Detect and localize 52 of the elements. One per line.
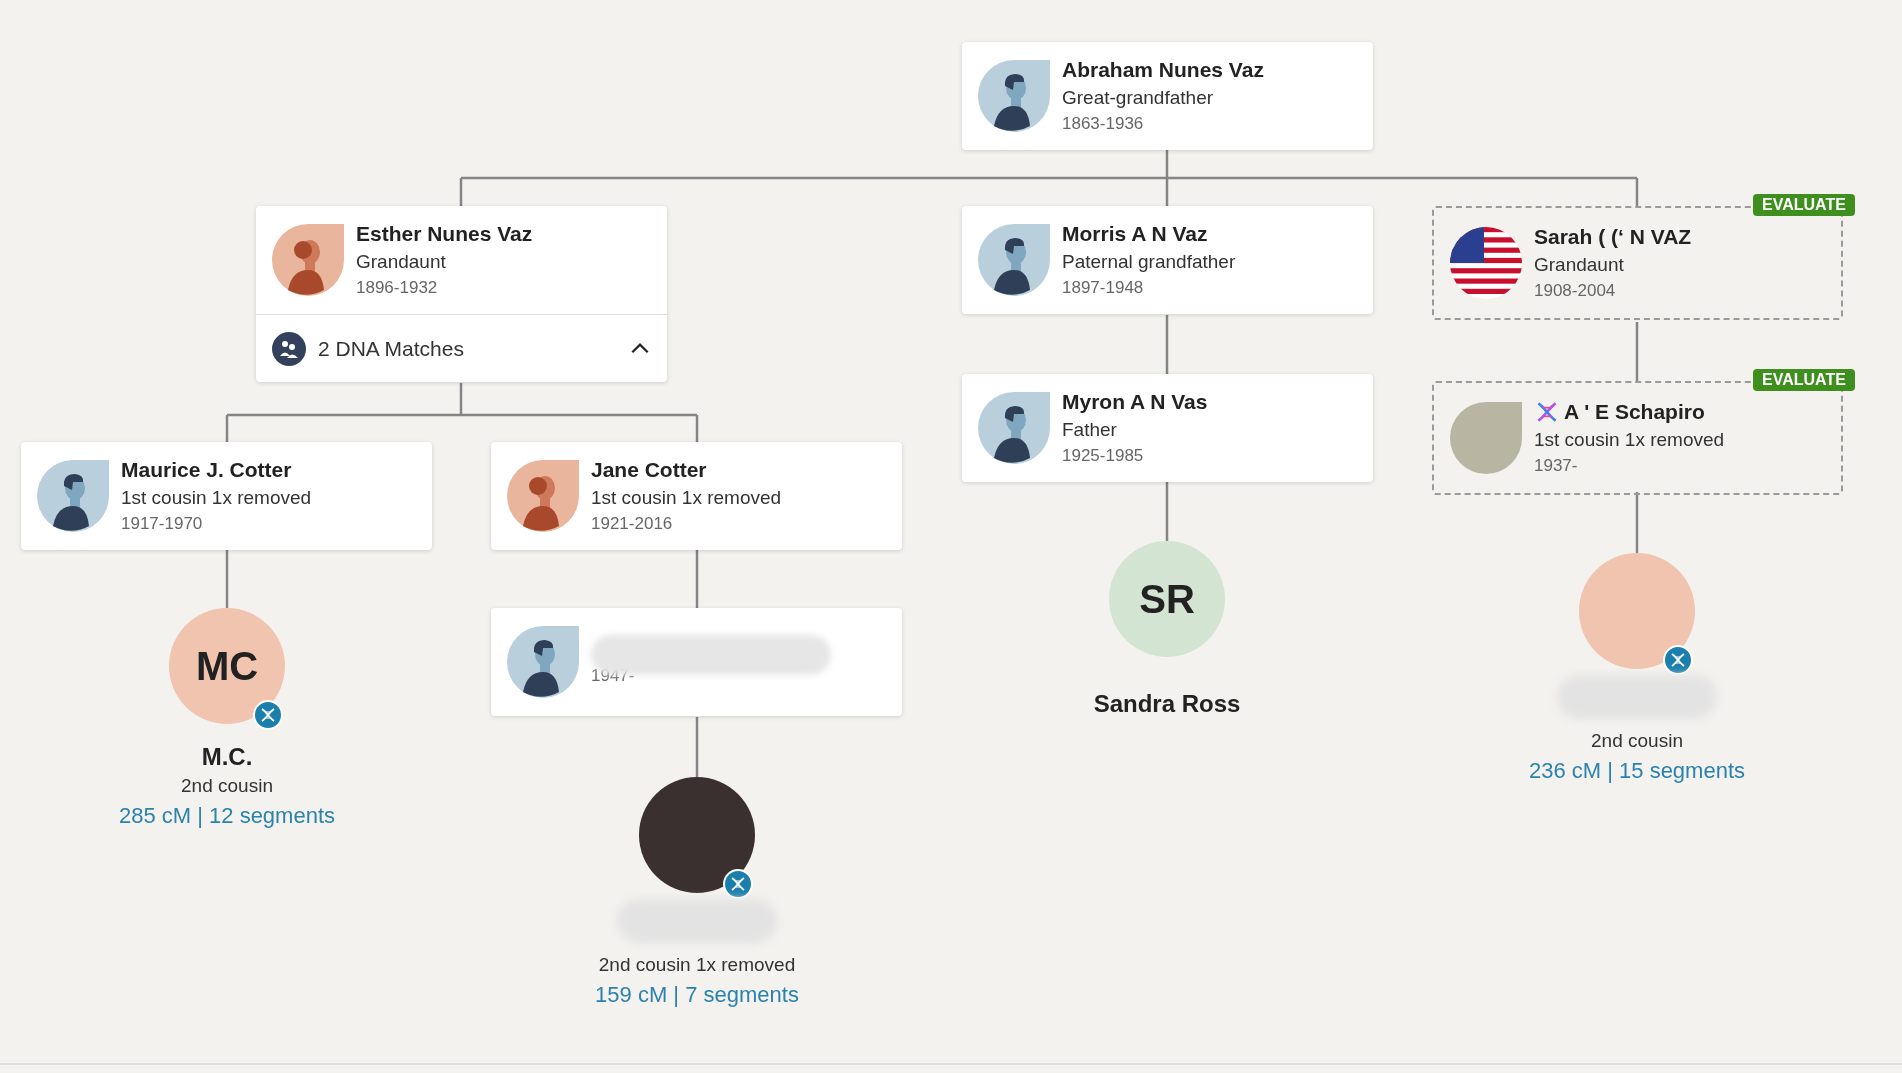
- life-years: 1937-: [1534, 454, 1579, 477]
- connector-line: [1635, 492, 1639, 553]
- person-card[interactable]: Morris A N Vaz Paternal grandfather 1897-1948: [962, 206, 1373, 314]
- dna-matches-toggle[interactable]: 2 DNA Matches: [256, 314, 667, 382]
- connector-line: [225, 550, 229, 608]
- people-group-icon: [272, 331, 306, 366]
- life-years: 1908-2004: [1534, 279, 1617, 302]
- life-years: 1896-1932: [356, 276, 439, 299]
- connector-line: [695, 550, 699, 608]
- relationship-label: 1st cousin 1x removed: [1534, 427, 1725, 452]
- connector-line: [1165, 315, 1169, 374]
- person-name: Esther Nunes Vaz: [356, 220, 533, 247]
- connector-line: [695, 717, 699, 777]
- person-name: Sarah ( (‘ N VAZ: [1534, 223, 1692, 250]
- match-name[interactable]: Sandra Ross: [1093, 689, 1241, 719]
- relationship-label: Father: [1062, 417, 1118, 442]
- relationship-label: Great-grandfather: [1062, 85, 1215, 110]
- shared-dna-link[interactable]: 236 cM | 15 segments: [1528, 755, 1745, 787]
- relationship-label: 2nd cousin: [1591, 729, 1683, 753]
- relationship-label: 2nd cousin: [181, 774, 273, 798]
- person-name: Jane Cotter: [591, 456, 707, 483]
- connector-line: [1165, 482, 1169, 541]
- initials-avatar[interactable]: MC: [169, 608, 285, 724]
- person-card[interactable]: Esther Nunes Vaz Grandaunt 1896-1932 2 DNA Matches: [256, 206, 667, 382]
- relationship-label: 2nd cousin 1x removed: [598, 953, 796, 977]
- relationship-label: Paternal grandfather: [1062, 249, 1236, 274]
- relationship-label: Grandaunt: [356, 249, 447, 274]
- evaluate-badge[interactable]: EVALUATE: [1753, 369, 1855, 391]
- person-name: Maurice J. Cotter: [121, 456, 292, 483]
- shared-dna-link[interactable]: 159 cM | 7 segments: [595, 979, 799, 1011]
- initials-avatar[interactable]: SR: [1109, 541, 1225, 657]
- relationship-label: 1st cousin 1x removed: [591, 485, 782, 510]
- relationship-label: 1st cousin 1x removed: [121, 485, 312, 510]
- shared-dna-link[interactable]: 285 cM | 12 segments: [118, 800, 335, 832]
- person-card[interactable]: Abraham Nunes Vaz Great-grandfather 1863-1936: [962, 42, 1373, 150]
- person-name: Abraham Nunes Vaz: [1062, 56, 1264, 83]
- match-name[interactable]: M.C.: [201, 742, 253, 772]
- connector-line: [1635, 322, 1639, 381]
- life-years: 1921-2016: [591, 512, 674, 535]
- life-years: 1917-1970: [121, 512, 204, 535]
- evaluate-badge[interactable]: EVALUATE: [1753, 194, 1855, 216]
- person-card[interactable]: Jane Cotter 1st cousin 1x removed 1921-2016: [491, 442, 902, 550]
- person-name: A ' E Schapiro: [1564, 398, 1705, 425]
- life-years: 1947-: [591, 665, 636, 687]
- life-years: 1897-1948: [1062, 276, 1145, 299]
- life-years: 1925-1985: [1062, 444, 1145, 467]
- life-years: 1863-1936: [1062, 112, 1145, 135]
- person-name: Morris A N Vaz: [1062, 220, 1208, 247]
- person-name: Myron A N Vas: [1062, 388, 1208, 415]
- person-card[interactable]: Maurice J. Cotter 1st cousin 1x removed 1917-1970: [21, 442, 432, 550]
- relationship-label: Grandaunt: [1534, 252, 1625, 277]
- person-card[interactable]: Myron A N Vas Father 1925-1985: [962, 374, 1373, 482]
